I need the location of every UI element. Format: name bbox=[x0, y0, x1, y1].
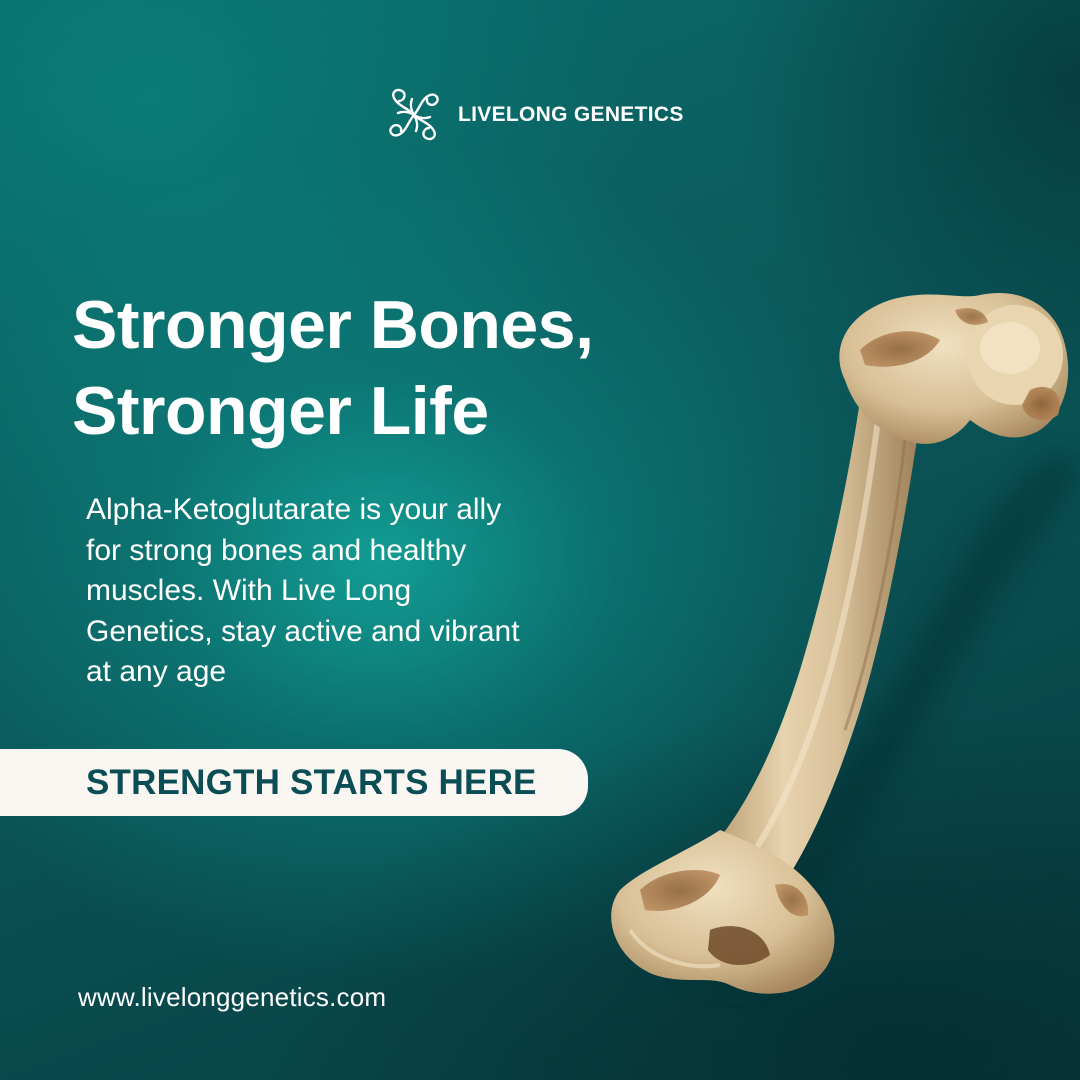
ad-canvas: LIVELONG GENETICS Stronger Bones, Strong… bbox=[0, 0, 1080, 1080]
cta-banner-button[interactable]: STRENGTH STARTS HERE bbox=[0, 749, 588, 816]
website-link[interactable]: www.livelonggenetics.com bbox=[78, 982, 386, 1013]
body-copy: Alpha-Ketoglutarate is your ally for str… bbox=[86, 493, 520, 688]
headline-line-2: Stronger Life bbox=[72, 373, 489, 449]
looped-flower-logo-icon bbox=[389, 88, 439, 141]
headline: Stronger Bones, Stronger Life bbox=[72, 282, 594, 454]
brand-name: LIVELONG GENETICS bbox=[458, 103, 684, 126]
femur-bone-image bbox=[611, 293, 1080, 994]
headline-line-1: Stronger Bones, bbox=[72, 287, 594, 363]
brand-header: LIVELONG GENETICS bbox=[384, 86, 684, 144]
